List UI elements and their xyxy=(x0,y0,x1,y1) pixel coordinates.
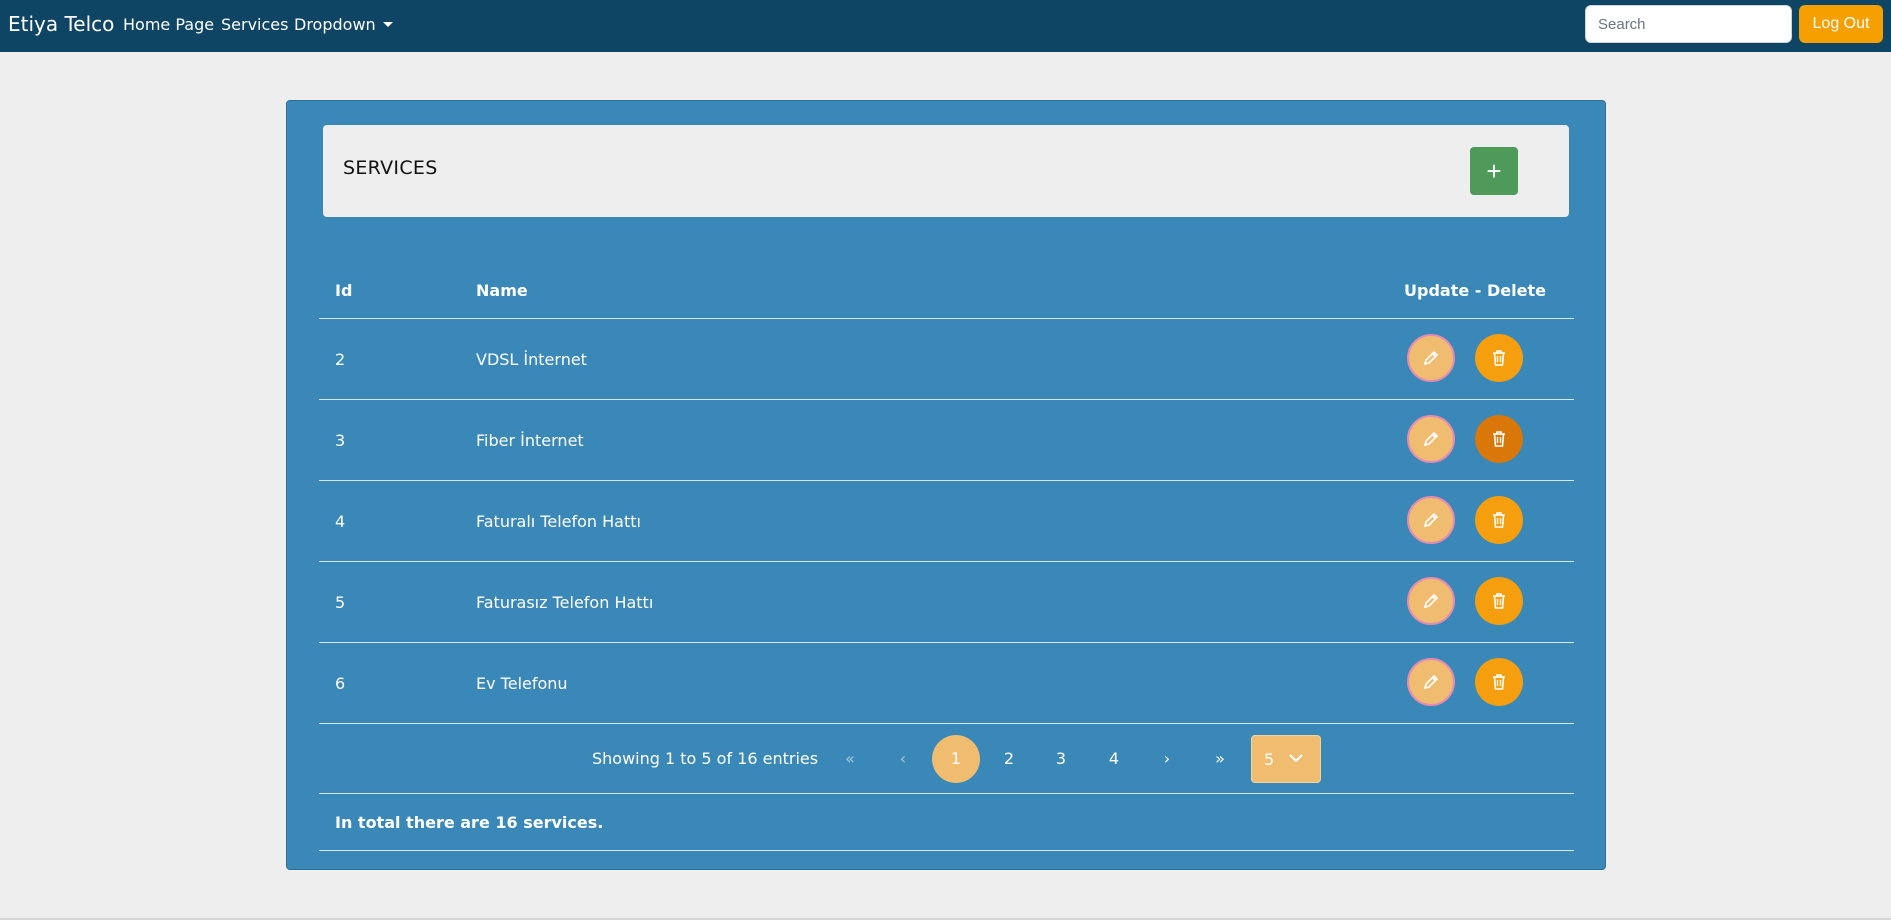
caret-down-icon xyxy=(382,22,393,27)
header-name: Name xyxy=(476,281,528,300)
nav-services[interactable]: Services xyxy=(221,15,288,34)
page-button-1[interactable]: 1 xyxy=(932,735,980,783)
nav-home-page[interactable]: Home Page xyxy=(123,15,214,34)
table-footer: Showing 1 to 5 of 16 entries « ‹ 1 2 3 4… xyxy=(319,724,1574,852)
pagination: Showing 1 to 5 of 16 entries « ‹ 1 2 3 4… xyxy=(319,724,1574,794)
prev-page-button[interactable]: ‹ xyxy=(879,735,927,783)
page-size-value: 5 xyxy=(1264,750,1275,769)
table-row: 4 Faturalı Telefon Hattı xyxy=(319,481,1574,562)
edit-button[interactable] xyxy=(1407,577,1455,625)
pencil-icon xyxy=(1421,591,1441,611)
trash-icon xyxy=(1489,510,1509,530)
table-row: 2 VDSL İnternet xyxy=(319,319,1574,400)
pencil-icon xyxy=(1421,429,1441,449)
page-size-select[interactable]: 5 xyxy=(1251,735,1321,783)
next-page-button[interactable]: › xyxy=(1143,735,1191,783)
row-name: Faturasız Telefon Hattı xyxy=(476,593,654,612)
services-table: Id Name Update - Delete 2 VDSL İnternet 3 F… xyxy=(319,261,1574,852)
header-id: Id xyxy=(335,281,353,300)
edit-button[interactable] xyxy=(1407,496,1455,544)
trash-icon xyxy=(1489,429,1509,449)
brand[interactable]: Etiya Telco xyxy=(8,12,114,36)
table-row: 3 Fiber İnternet xyxy=(319,400,1574,481)
delete-button[interactable] xyxy=(1475,496,1523,544)
nav-dropdown[interactable]: Dropdown xyxy=(294,15,393,34)
delete-button[interactable] xyxy=(1475,415,1523,463)
nav-dropdown-label: Dropdown xyxy=(294,15,376,34)
add-service-button[interactable]: + xyxy=(1470,147,1518,195)
services-panel: SERVICES + Id Name Update - Delete 2 VDSL… xyxy=(286,100,1606,870)
table-row: 5 Faturasız Telefon Hattı xyxy=(319,562,1574,643)
edit-button[interactable] xyxy=(1407,658,1455,706)
row-name: Fiber İnternet xyxy=(476,431,584,450)
pencil-icon xyxy=(1421,510,1441,530)
pagination-summary: Showing 1 to 5 of 16 entries xyxy=(592,749,819,768)
pencil-icon xyxy=(1421,348,1441,368)
navbar: Etiya Telco Home Page Services Dropdown … xyxy=(0,0,1891,52)
search-input[interactable] xyxy=(1585,5,1792,43)
page-title: SERVICES xyxy=(343,157,438,179)
page-button-2[interactable]: 2 xyxy=(985,735,1033,783)
row-id: 5 xyxy=(335,593,346,612)
last-page-button[interactable]: » xyxy=(1196,735,1244,783)
delete-button[interactable] xyxy=(1475,334,1523,382)
row-id: 3 xyxy=(335,431,346,450)
table-row: 6 Ev Telefonu xyxy=(319,643,1574,724)
row-id: 6 xyxy=(335,674,346,693)
logout-button[interactable]: Log Out xyxy=(1799,5,1883,43)
row-name: Faturalı Telefon Hattı xyxy=(476,512,641,531)
trash-icon xyxy=(1489,348,1509,368)
panel-header: SERVICES + xyxy=(323,125,1569,217)
trash-icon xyxy=(1489,591,1509,611)
row-id: 2 xyxy=(335,350,346,369)
delete-button[interactable] xyxy=(1475,577,1523,625)
pencil-icon xyxy=(1421,672,1441,692)
row-name: Ev Telefonu xyxy=(476,674,568,693)
row-id: 4 xyxy=(335,512,346,531)
edit-button[interactable] xyxy=(1407,415,1455,463)
row-name: VDSL İnternet xyxy=(476,350,587,369)
page-button-3[interactable]: 3 xyxy=(1037,735,1085,783)
total-summary: In total there are 16 services. xyxy=(319,794,1574,851)
trash-icon xyxy=(1489,672,1509,692)
total-text: In total there are 16 services. xyxy=(335,813,604,832)
table-header: Id Name Update - Delete xyxy=(319,261,1574,319)
page-button-4[interactable]: 4 xyxy=(1090,735,1138,783)
edit-button[interactable] xyxy=(1407,334,1455,382)
chevron-down-icon xyxy=(1288,750,1304,770)
first-page-button[interactable]: « xyxy=(826,735,874,783)
delete-button[interactable] xyxy=(1475,658,1523,706)
header-actions: Update - Delete xyxy=(1404,281,1546,300)
